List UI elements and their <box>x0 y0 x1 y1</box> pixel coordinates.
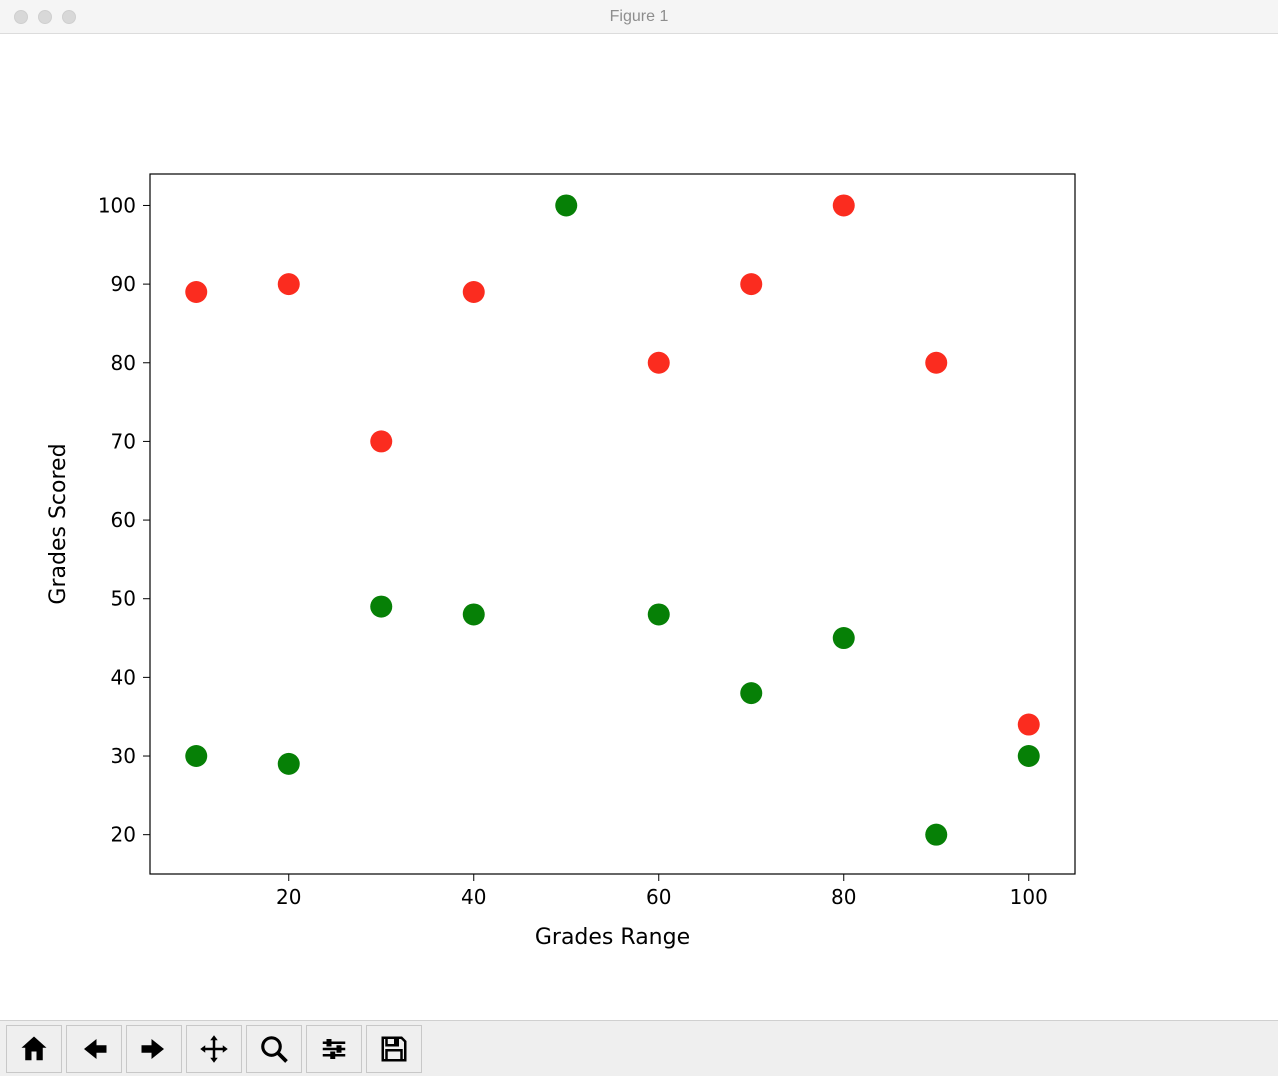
y-tick-label: 60 <box>111 508 136 532</box>
pan-button[interactable] <box>186 1025 242 1073</box>
x-tick-label: 20 <box>276 885 301 909</box>
y-axis-label: Grades Scored <box>46 443 71 604</box>
scatter-point <box>925 352 947 374</box>
scatter-point <box>370 430 392 452</box>
scatter-point <box>648 603 670 625</box>
y-tick-label: 90 <box>111 272 136 296</box>
titlebar: Figure 1 <box>0 0 1278 34</box>
y-tick-label: 100 <box>98 193 136 217</box>
zoom-button[interactable] <box>246 1025 302 1073</box>
scatter-point <box>1018 745 1040 767</box>
back-arrow-icon <box>79 1034 109 1064</box>
save-button[interactable] <box>366 1025 422 1073</box>
close-window-button[interactable] <box>14 10 28 24</box>
scatter-point <box>463 603 485 625</box>
scatter-point <box>370 596 392 618</box>
zoom-icon <box>259 1034 289 1064</box>
scatter-point <box>648 352 670 374</box>
scatter-point <box>278 273 300 295</box>
x-tick-label: 100 <box>1010 885 1048 909</box>
scatter-point <box>740 273 762 295</box>
chart-svg: 20 40 60 80 100 20 30 40 50 60 70 80 90 100 Grades Ran… <box>0 34 1278 1020</box>
x-tick-label: 60 <box>646 885 671 909</box>
scatter-point <box>925 824 947 846</box>
scatter-point <box>833 194 855 216</box>
scatter-point <box>740 682 762 704</box>
forward-arrow-icon <box>139 1034 169 1064</box>
scatter-point <box>463 281 485 303</box>
scatter-point <box>833 627 855 649</box>
home-button[interactable] <box>6 1025 62 1073</box>
y-tick-label: 80 <box>111 351 136 375</box>
sliders-icon <box>319 1034 349 1064</box>
maximize-window-button[interactable] <box>62 10 76 24</box>
y-tick-label: 50 <box>111 587 136 611</box>
configure-button[interactable] <box>306 1025 362 1073</box>
y-tick-label: 20 <box>111 823 136 847</box>
home-icon <box>19 1034 49 1064</box>
y-tick-label: 30 <box>111 744 136 768</box>
scatter-point <box>555 194 577 216</box>
figure-canvas: 20 40 60 80 100 20 30 40 50 60 70 80 90 100 Grades Ran… <box>0 34 1278 1020</box>
pan-icon <box>199 1034 229 1064</box>
traffic-lights <box>14 10 76 24</box>
minimize-window-button[interactable] <box>38 10 52 24</box>
back-button[interactable] <box>66 1025 122 1073</box>
scatter-point <box>1018 714 1040 736</box>
forward-button[interactable] <box>126 1025 182 1073</box>
matplotlib-toolbar <box>0 1020 1278 1076</box>
scatter-point <box>278 753 300 775</box>
window-title: Figure 1 <box>0 8 1278 26</box>
save-icon <box>379 1034 409 1064</box>
y-tick-label: 70 <box>111 429 136 453</box>
scatter-point <box>185 745 207 767</box>
scatter-point <box>185 281 207 303</box>
x-tick-label: 40 <box>461 885 486 909</box>
y-tick-label: 40 <box>111 665 136 689</box>
x-tick-label: 80 <box>831 885 856 909</box>
x-axis-label: Grades Range <box>535 925 690 950</box>
